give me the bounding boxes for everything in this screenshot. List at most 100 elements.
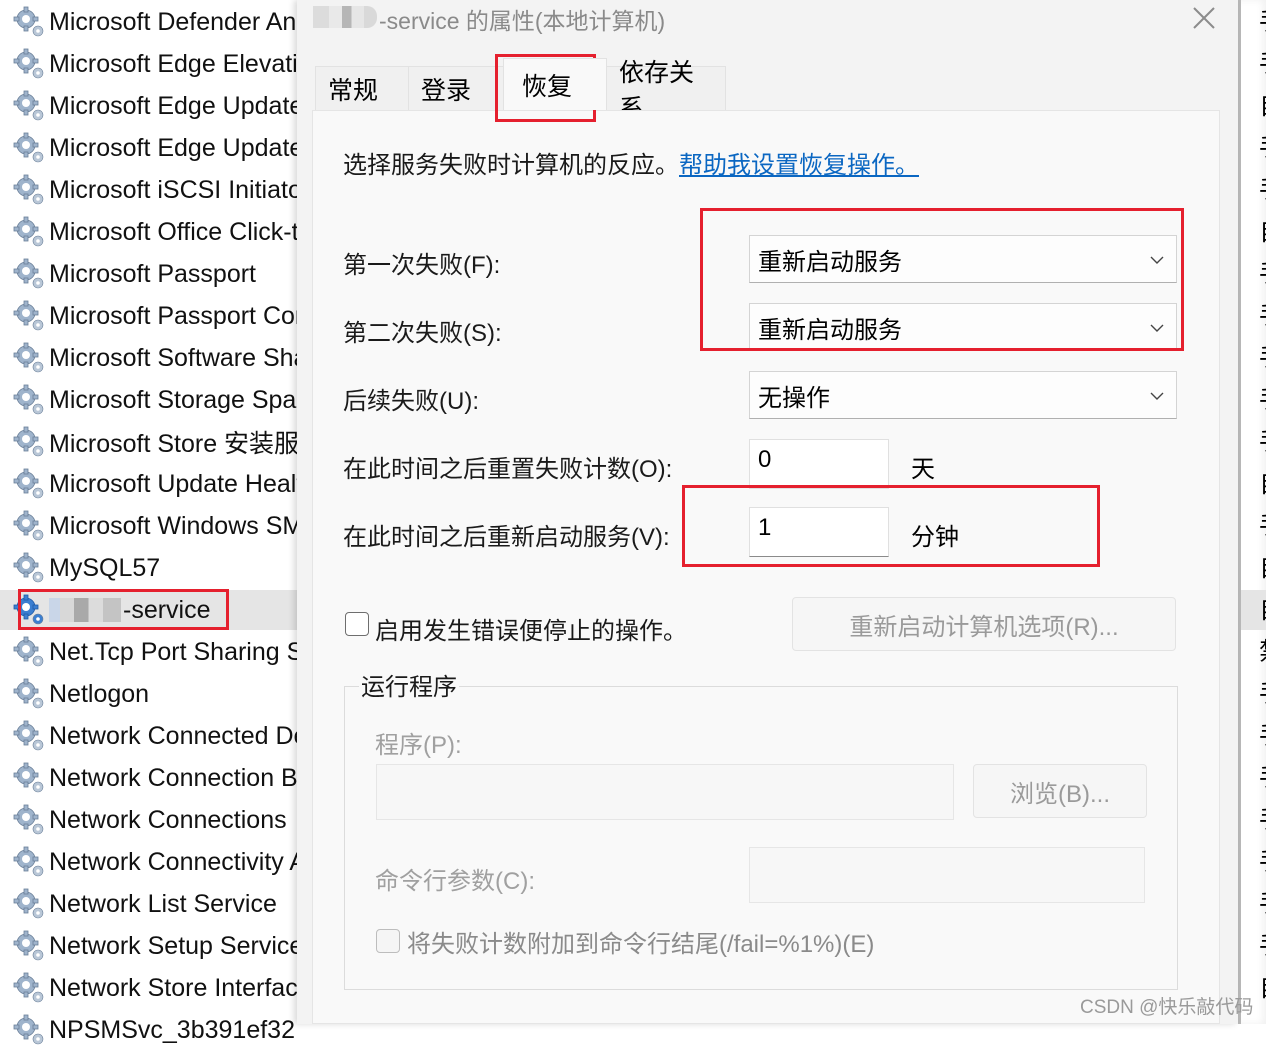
second-failure-select[interactable]: 重新启动服务 [749, 303, 1177, 351]
service-row[interactable]: Microsoft Software Sha [0, 338, 300, 378]
run-program-title: 运行程序 [359, 667, 459, 702]
service-row[interactable]: Network List Service [0, 884, 300, 924]
reset-count-input[interactable]: 0 [749, 439, 889, 489]
append-fail-checkbox[interactable] [376, 929, 400, 953]
service-name: Network Setup Service [49, 931, 300, 960]
service-name: NPSMSvc_3b391ef32 [49, 1015, 295, 1044]
service-gear-icon [13, 6, 44, 37]
service-row[interactable]: NPSMSvc_3b391ef32 [0, 1010, 300, 1050]
service-properties-dialog: -service 的属性(本地计算机) 常规 登录 恢复 依存关系 选择服务失败… [297, 0, 1238, 1024]
first-failure-select[interactable]: 重新启动服务 [749, 235, 1177, 283]
service-gear-icon [13, 510, 44, 541]
watermark: CSDN @快乐敲代码 [1080, 997, 1254, 1018]
service-gear-icon [13, 468, 44, 499]
service-startup-type: 手 [1259, 758, 1266, 798]
service-row[interactable]: Microsoft iSCSI Initiator [0, 170, 300, 210]
service-row[interactable]: Net.Tcp Port Sharing S [0, 632, 300, 672]
service-row[interactable]: Microsoft Defender An [0, 2, 300, 42]
tab-bar: 常规 登录 恢复 依存关系 [315, 58, 726, 123]
help-link[interactable]: 帮助我设置恢复操作。 [679, 152, 919, 179]
service-gear-icon [13, 132, 44, 163]
service-row[interactable]: Network Connectivity A [0, 842, 300, 882]
service-name: Microsoft Windows SM [49, 511, 300, 540]
service-startup-type: 手 [1259, 2, 1266, 42]
first-failure-value: 重新启动服务 [758, 248, 902, 276]
service-gear-icon [13, 216, 44, 247]
service-gear-icon [13, 552, 44, 583]
service-startup-type: 手 [1259, 884, 1266, 924]
intro-text: 选择服务失败时计算机的反应。 [343, 152, 679, 179]
restart-after-label: 在此时间之后重新启动服务(V): [343, 524, 670, 551]
service-row[interactable]: Microsoft Passport [0, 254, 300, 294]
dialog-titlebar[interactable]: -service 的属性(本地计算机) [297, 0, 1238, 44]
service-startup-type: 手 [1259, 44, 1266, 84]
dialog-title: -service 的属性(本地计算机) [379, 8, 666, 34]
service-gear-icon [13, 426, 44, 457]
service-startup-type: 手 [1259, 296, 1266, 336]
service-row[interactable]: Microsoft Passport Con [0, 296, 300, 336]
subsequent-failure-select[interactable]: 无操作 [749, 371, 1177, 419]
service-row[interactable]: Microsoft Windows SM [0, 506, 300, 546]
service-gear-icon [13, 762, 44, 793]
service-row[interactable]: Microsoft Update Healt [0, 464, 300, 504]
service-name: Network Connectivity A [49, 847, 300, 876]
service-name: Microsoft Defender An [49, 7, 297, 36]
service-row[interactable]: Network Connection B [0, 758, 300, 798]
tab-dependencies[interactable]: 依存关系 [606, 59, 726, 123]
service-startup-type: 手 [1259, 170, 1266, 210]
recovery-intro: 选择服务失败时计算机的反应。帮助我设置恢复操作。 [343, 145, 919, 180]
tab-label: 登录 [421, 76, 472, 105]
restart-computer-options-button[interactable]: 重新启动计算机选项(R)... [792, 597, 1176, 651]
service-gear-icon [13, 930, 44, 961]
service-row[interactable]: Microsoft Store 安装服务 [0, 422, 300, 462]
service-name: Network List Service [49, 889, 277, 918]
tab-logon[interactable]: 登录 [408, 66, 504, 110]
redacted-service-name [49, 598, 121, 622]
run-program-group: 运行程序 程序(P): 浏览(B)... 命令行参数(C): 将失败计数附加到命… [344, 667, 1178, 990]
service-gear-icon [13, 678, 44, 709]
cmdline-label: 命令行参数(C): [375, 868, 535, 895]
tab-label: 恢复 [522, 72, 573, 101]
service-row[interactable]: Microsoft Office Click-t [0, 212, 300, 252]
service-startup-type: 自 [1259, 464, 1266, 504]
append-fail-label: 将失败计数附加到命令行结尾(/fail=%1%)(E) [407, 931, 875, 958]
service-name: Microsoft Edge Elevatic [49, 49, 300, 78]
cmdline-input[interactable] [749, 847, 1145, 903]
service-row[interactable]: Network Setup Service [0, 926, 300, 966]
reset-count-unit: 天 [911, 456, 935, 483]
service-row[interactable]: Netlogon [0, 674, 300, 714]
close-icon [1193, 7, 1215, 29]
service-row[interactable]: Microsoft Storage Spac [0, 380, 300, 420]
second-failure-label: 第二次失败(S): [343, 320, 502, 347]
service-row[interactable]: MySQL57 [0, 548, 300, 588]
service-row[interactable]: Microsoft Edge Update [0, 86, 300, 126]
service-startup-type: 手 [1259, 254, 1266, 294]
service-name: Microsoft Edge Update [49, 91, 300, 120]
service-name: Network Store Interfac [49, 973, 298, 1002]
service-gear-icon [13, 972, 44, 1003]
restart-after-input[interactable]: 1 [749, 507, 889, 557]
service-row[interactable]: Network Store Interfac [0, 968, 300, 1008]
enable-actions-checkbox[interactable] [345, 612, 369, 636]
service-name: Microsoft Store 安装服务 [49, 430, 300, 458]
service-row[interactable]: Microsoft Edge Elevatic [0, 44, 300, 84]
first-failure-label: 第一次失败(F): [343, 252, 501, 279]
service-startup-type: 手 [1259, 926, 1266, 966]
service-startup-type: 手 [1259, 338, 1266, 378]
browse-button[interactable]: 浏览(B)... [973, 764, 1147, 818]
service-gear-icon [13, 846, 44, 877]
service-row[interactable]: Microsoft Edge Update [0, 128, 300, 168]
service-name: Microsoft Software Sha [49, 343, 300, 372]
service-row[interactable]: -service [0, 590, 300, 630]
tab-recovery[interactable]: 恢复 [503, 58, 607, 110]
service-name: Microsoft Update Healt [49, 469, 300, 498]
service-gear-icon [13, 48, 44, 79]
service-startup-type: 手 [1259, 506, 1266, 546]
close-button[interactable] [1188, 2, 1218, 32]
service-row[interactable]: Network Connected De [0, 716, 300, 756]
service-row[interactable]: Network Connections [0, 800, 300, 840]
tab-general[interactable]: 常规 [315, 66, 409, 110]
service-startup-type: 自 [1259, 548, 1266, 588]
program-input[interactable] [376, 764, 954, 820]
service-gear-icon [13, 1014, 44, 1045]
